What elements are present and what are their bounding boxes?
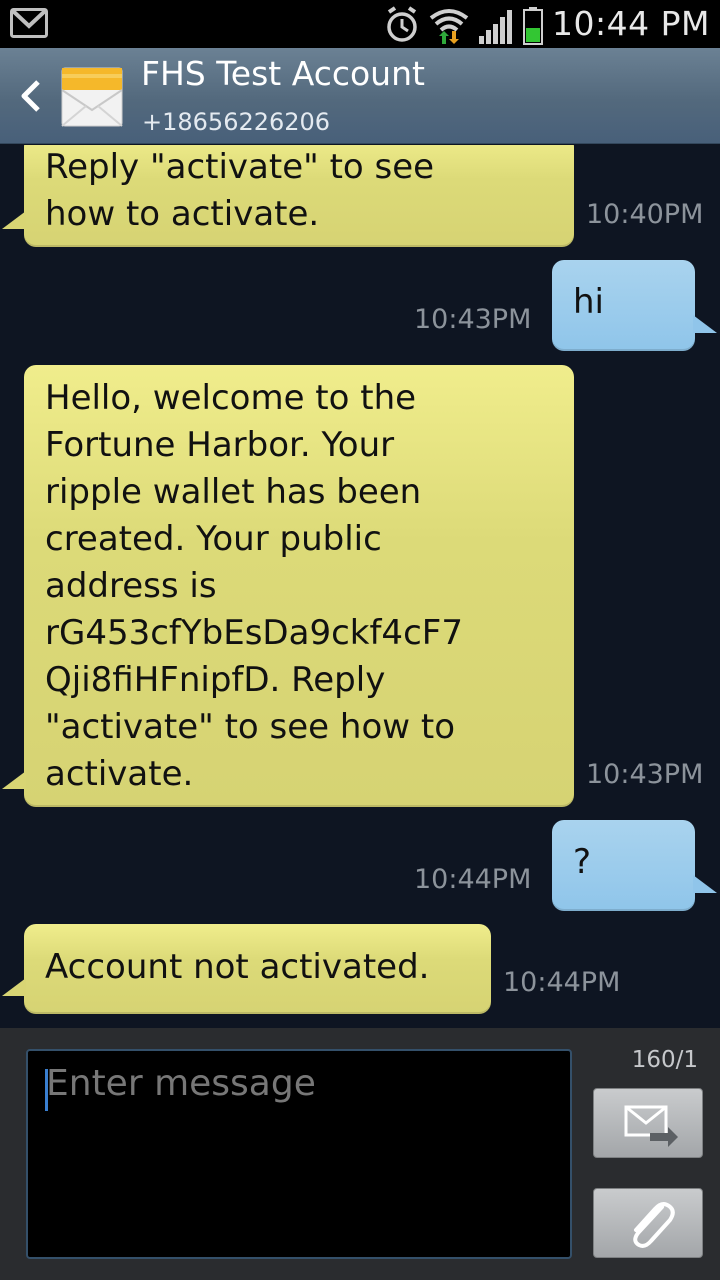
message-bubble-incoming[interactable]: Reply "activate" to see how to activate. [2,145,574,247]
message-bubble-incoming[interactable]: Hello, welcome to the Fortune Harbor. Yo… [2,365,574,807]
message-input-placeholder: Enter message [46,1063,316,1104]
wifi-icon [429,9,469,44]
message-text: Account not activated. [45,947,430,987]
alarm-icon [387,6,417,42]
bubble-tail [2,978,26,996]
bubble-tail [693,875,717,893]
text-cursor [45,1069,48,1111]
bubble-tail [2,771,26,789]
status-icons [387,6,543,45]
attach-button[interactable] [593,1188,703,1258]
message-text: ? [573,842,592,882]
message-bubble-incoming[interactable]: Account not activated. [2,924,491,1014]
conversation-header: FHS Test Account +18656226206 [0,48,720,144]
back-button[interactable] [12,76,48,116]
message-time: 10:43PM [586,759,704,790]
send-button[interactable] [593,1088,703,1158]
contact-number: +18656226206 [142,108,331,136]
message-text: Hello, welcome to the Fortune Harbor. Yo… [45,378,463,794]
message-text: hi [573,282,604,322]
message-time: 10:40PM [586,199,704,230]
message-bubble-outgoing[interactable]: hi [552,260,717,351]
message-bubble-outgoing[interactable]: ? [552,820,717,911]
character-counter: 160/1 [631,1047,698,1073]
message-text: Reply "activate" to see how to activate. [45,147,435,234]
bubble-tail [2,211,26,229]
contact-name[interactable]: FHS Test Account [141,54,425,93]
message-time: 10:43PM [414,304,532,335]
message-input[interactable]: Enter message [26,1049,572,1259]
clock: 10:44 PM [552,4,710,43]
gmail-icon [10,8,48,38]
contact-envelope-icon[interactable] [60,66,124,128]
send-icon [624,1105,678,1147]
compose-bar: Enter message 160/1 [0,1028,720,1280]
message-list[interactable]: Reply "activate" to see how to activate.… [0,145,720,1028]
message-time: 10:44PM [414,864,532,895]
bubble-tail [693,315,717,333]
signal-icon [479,10,512,44]
battery-icon [523,7,543,45]
paperclip-icon [633,1202,675,1248]
message-time: 10:44PM [503,967,621,998]
status-bar: 10:44 PM [0,0,720,48]
